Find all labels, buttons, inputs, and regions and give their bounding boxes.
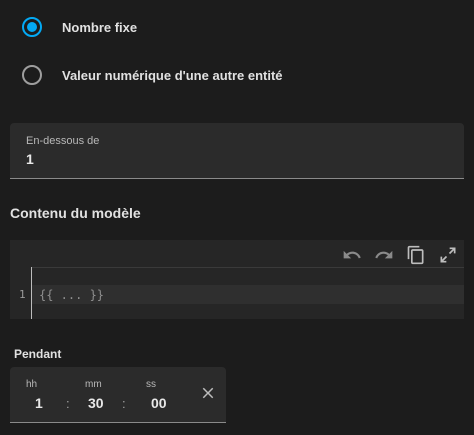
- redo-icon[interactable]: [374, 245, 394, 265]
- minutes-value[interactable]: 30: [88, 395, 104, 411]
- seconds-value[interactable]: 00: [151, 395, 167, 411]
- editor-code-text[interactable]: {{ ... }}: [39, 288, 104, 302]
- hours-label: hh: [26, 379, 38, 390]
- radio-label-fixed-number: Nombre fixe: [62, 19, 138, 35]
- radio-option-entity-value[interactable]: Valeur numérique d'une autre entité: [22, 63, 283, 87]
- seconds-label: ss: [146, 379, 156, 390]
- radio-option-fixed-number[interactable]: Nombre fixe: [22, 15, 137, 39]
- radio-button-unchecked[interactable]: [22, 65, 42, 85]
- undo-icon[interactable]: [342, 245, 362, 265]
- separator-ms: :: [122, 396, 126, 411]
- hours-value[interactable]: 1: [35, 395, 43, 411]
- below-field[interactable]: En-dessous de 1: [10, 123, 464, 179]
- minutes-label: mm: [85, 379, 102, 390]
- close-icon[interactable]: [199, 384, 217, 402]
- radio-label-entity-value: Valeur numérique d'une autre entité: [62, 67, 283, 83]
- below-field-label: En-dessous de: [26, 135, 100, 147]
- duration-input[interactable]: hh mm ss 1 : 30 : 00: [10, 367, 226, 423]
- code-editor[interactable]: 1 {{ ... }}: [10, 240, 464, 319]
- radio-button-checked[interactable]: [22, 17, 42, 37]
- editor-line-number: 1: [19, 288, 26, 301]
- template-section-title: Contenu du modèle: [10, 205, 141, 221]
- duration-title: Pendant: [14, 347, 62, 361]
- separator-hm: :: [66, 396, 70, 411]
- copy-icon[interactable]: [406, 245, 426, 265]
- editor-top-border: [31, 267, 464, 268]
- fullscreen-icon[interactable]: [438, 245, 458, 265]
- below-field-value[interactable]: 1: [26, 151, 34, 167]
